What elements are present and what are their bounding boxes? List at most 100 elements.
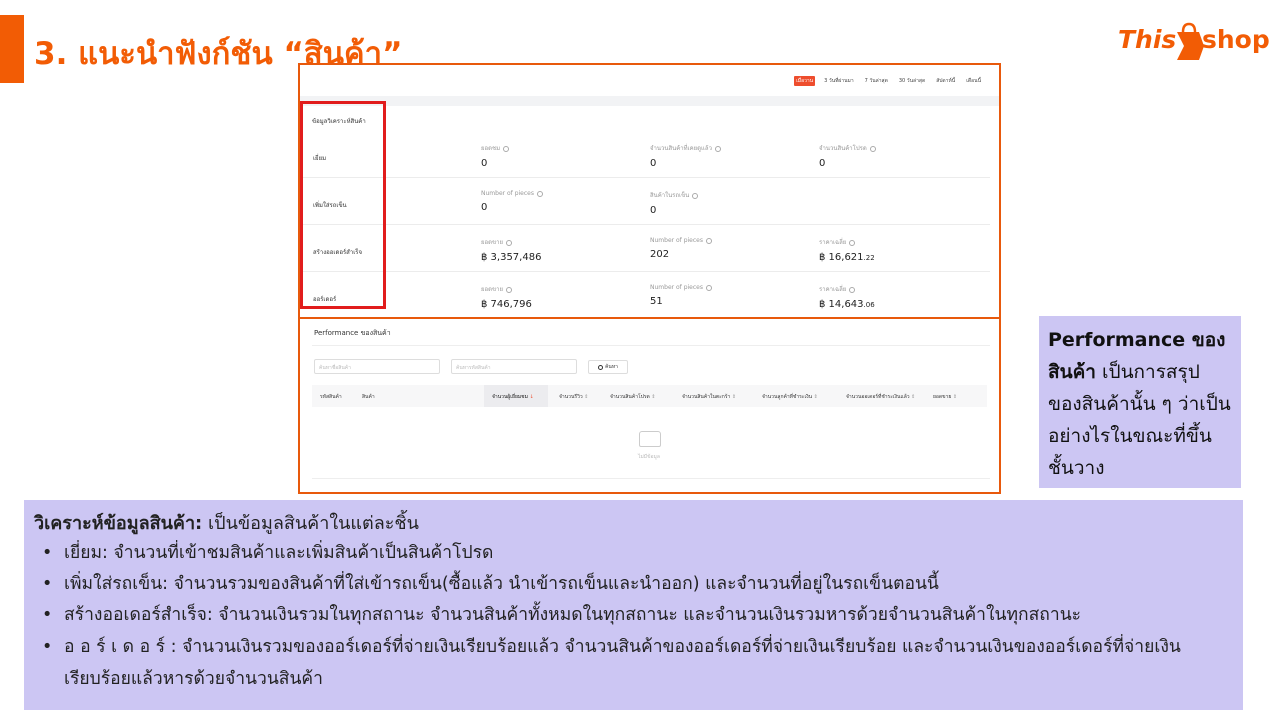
column-header-label: จำนวนสินค้าโปรด [610,394,650,400]
metric: ยอดชม 0 [481,143,510,169]
column-header-product-code[interactable]: รหัสสินค้า [320,393,342,401]
metric-value: ฿ 746,796 [481,299,532,310]
column-header-label: จำนวนออเดอร์ที่ชำระเงินแล้ว [846,394,910,400]
product-code-search-input[interactable]: ค้นหารหัสสินค้า [451,359,577,374]
metric-label: จำนวนสินค้าที่เคยดูแล้ว [650,145,712,152]
column-header-paying-customers[interactable]: จำนวนลูกค้าที่ชำระเงิน ⇕ [762,393,818,401]
metric-label: ยอดขาย [481,239,504,246]
list-item: เพิ่มใส่รถเข็น: จำนวนรวมของสินค้าที่ใส่เ… [34,569,1233,600]
thisshop-logo: This shop [1118,18,1270,68]
metric-label: ยอดชม [481,145,501,152]
metric-label: จำนวนสินค้าโปรด [819,145,867,152]
explanation-list: เยี่ยม: จำนวนที่เข้าชมสินค้าและเพิ่มสินค… [34,538,1233,695]
explanation-heading-bold: วิเคราะห์ข้อมูลสินค้า: [34,513,203,534]
metric-label: ราคาเฉลี่ย [819,286,847,293]
metric: ยอดขาย ฿ 746,796 [481,284,532,310]
metric-value-decimals: .06 [863,301,875,309]
column-header-label: จำนวนสินค้าในตะกร้า [682,394,731,400]
column-header-favorites[interactable]: จำนวนสินค้าโปรด ⇕ [610,393,656,401]
column-header-label: จำนวนผู้เยี่ยมชม [492,394,528,400]
metric: จำนวนสินค้าโปรด 0 [819,143,876,169]
explanation-heading: วิเคราะห์ข้อมูลสินค้า: เป็นข้อมูลสินค้าใ… [34,510,1233,538]
shopping-bag-icon [1177,22,1204,60]
performance-title: Performance ของสินค้า [314,329,391,337]
metric-label: สินค้าในรถเข็น [650,192,690,199]
column-header-product[interactable]: สินค้า [362,393,375,401]
period-tab-yesterday[interactable]: เมื่อวาน [794,76,816,86]
metric: ยอดขาย ฿ 3,357,486 [481,237,541,263]
column-header-sales[interactable]: ยอดขาย ⇕ [933,393,957,401]
performance-note: Performance ของสินค้า เป็นการสรุปของสินค… [1039,316,1241,488]
metric-label: Number of pieces [650,284,703,291]
metric: ราคาเฉลี่ย ฿ 16,621.22 [819,237,875,263]
info-icon[interactable] [503,145,510,152]
info-icon[interactable] [536,190,543,197]
metric-row-visit: เยี่ยม ยอดชม 0 จำนวนสินค้าที่เคยดูแล้ว 0… [300,131,990,178]
sort-desc-icon[interactable]: ↓ [528,394,533,400]
metric-row-order-created: สร้างออเดอร์สำเร็จ ยอดขาย ฿ 3,357,486 Nu… [300,225,990,272]
section-divider [300,317,999,319]
sort-icon[interactable]: ⇕ [812,394,818,400]
metric-value: 0 [819,158,826,169]
column-header-label: จำนวนลูกค้าที่ชำระเงิน [762,394,813,400]
divider [312,345,990,346]
column-header-in-cart[interactable]: จำนวนสินค้าในตะกร้า ⇕ [682,393,736,401]
info-icon[interactable] [869,145,876,152]
period-tabs: เมื่อวาน 3 วันที่ผ่านมา 7 วันล่าสุด 30 ว… [794,76,983,86]
list-item: สร้างออเดอร์สำเร็จ: จำนวนเงินรวมในทุกสถา… [34,600,1233,631]
metric: Number of pieces 202 [650,237,712,260]
metric-label: ราคาเฉลี่ย [819,239,847,246]
info-icon[interactable] [692,192,699,199]
divider [312,478,990,479]
metric-label: ยอดขาย [481,286,504,293]
period-tab-this-month[interactable]: เดือนนี้ [964,76,983,86]
period-tab-30days[interactable]: 30 วันล่าสุด [897,76,927,86]
row-labels-highlight-box [300,101,386,309]
period-tab-3days[interactable]: 3 วันที่ผ่านมา [822,76,856,86]
metric-value: 0 [481,202,488,213]
metric: ราคาเฉลี่ย ฿ 14,643.06 [819,284,875,310]
list-item: อ อ ร์ เ ด อ ร์ : จำนวนเงินรวมของออร์เดอ… [34,631,1233,695]
column-header-label: จำนวนรีวิว [559,394,583,400]
accent-bar [0,15,24,83]
info-icon[interactable] [705,237,712,244]
info-icon[interactable] [506,239,513,246]
sort-icon[interactable]: ⇕ [951,394,957,400]
sort-icon[interactable]: ⇕ [650,394,655,400]
list-item: เยี่ยม: จำนวนที่เข้าชมสินค้าและเพิ่มสินค… [34,538,1233,569]
product-dashboard-screenshot: เมื่อวาน 3 วันที่ผ่านมา 7 วันล่าสุด 30 ว… [298,63,1001,494]
empty-box-icon [639,431,661,447]
period-tab-7days[interactable]: 7 วันล่าสุด [863,76,890,86]
metric-value: 51 [650,296,663,307]
metric-value: 202 [650,249,670,260]
info-icon[interactable] [849,286,856,293]
sort-icon[interactable]: ⇕ [583,394,588,400]
info-icon[interactable] [849,239,856,246]
period-tab-this-week[interactable]: สัปดาห์นี้ [934,76,957,86]
info-icon[interactable] [506,286,513,293]
column-header-visitors[interactable]: จำนวนผู้เยี่ยมชม ↓ [492,393,534,401]
metric-value: 0 [650,158,657,169]
info-icon[interactable] [705,284,712,291]
search-button[interactable]: ค้นหา [588,360,628,374]
logo-text-this: This [1118,25,1177,54]
metric-value-main: ฿ 16,621 [819,252,864,263]
info-icon[interactable] [714,145,721,152]
metric-value: ฿ 16,621.22 [819,252,875,263]
metric-label: Number of pieces [650,237,703,244]
metric: Number of pieces 0 [481,190,543,213]
search-button-label: ค้นหา [605,364,618,370]
explanation-panel: วิเคราะห์ข้อมูลสินค้า: เป็นข้อมูลสินค้าใ… [24,500,1243,710]
metric-row-order-paid: ออร์เดอร์ ยอดขาย ฿ 746,796 Number of pie… [300,272,990,319]
search-icon [598,364,604,370]
column-header-paid-orders[interactable]: จำนวนออเดอร์ที่ชำระเงินแล้ว ⇕ [846,393,915,401]
product-name-search-input[interactable]: ค้นหาชื่อสินค้า [314,359,440,374]
column-header-reviews[interactable]: จำนวนรีวิว ⇕ [559,393,588,401]
logo-text-shop: shop [1202,25,1270,54]
sort-icon[interactable]: ⇕ [910,394,915,400]
metric: สินค้าในรถเข็น 0 [650,190,699,216]
metric-label: Number of pieces [481,190,534,197]
explanation-heading-text: เป็นข้อมูลสินค้าในแต่ละชิ้น [202,513,419,534]
sort-icon[interactable]: ⇕ [730,394,736,400]
metric-value: ฿ 3,357,486 [481,252,542,263]
